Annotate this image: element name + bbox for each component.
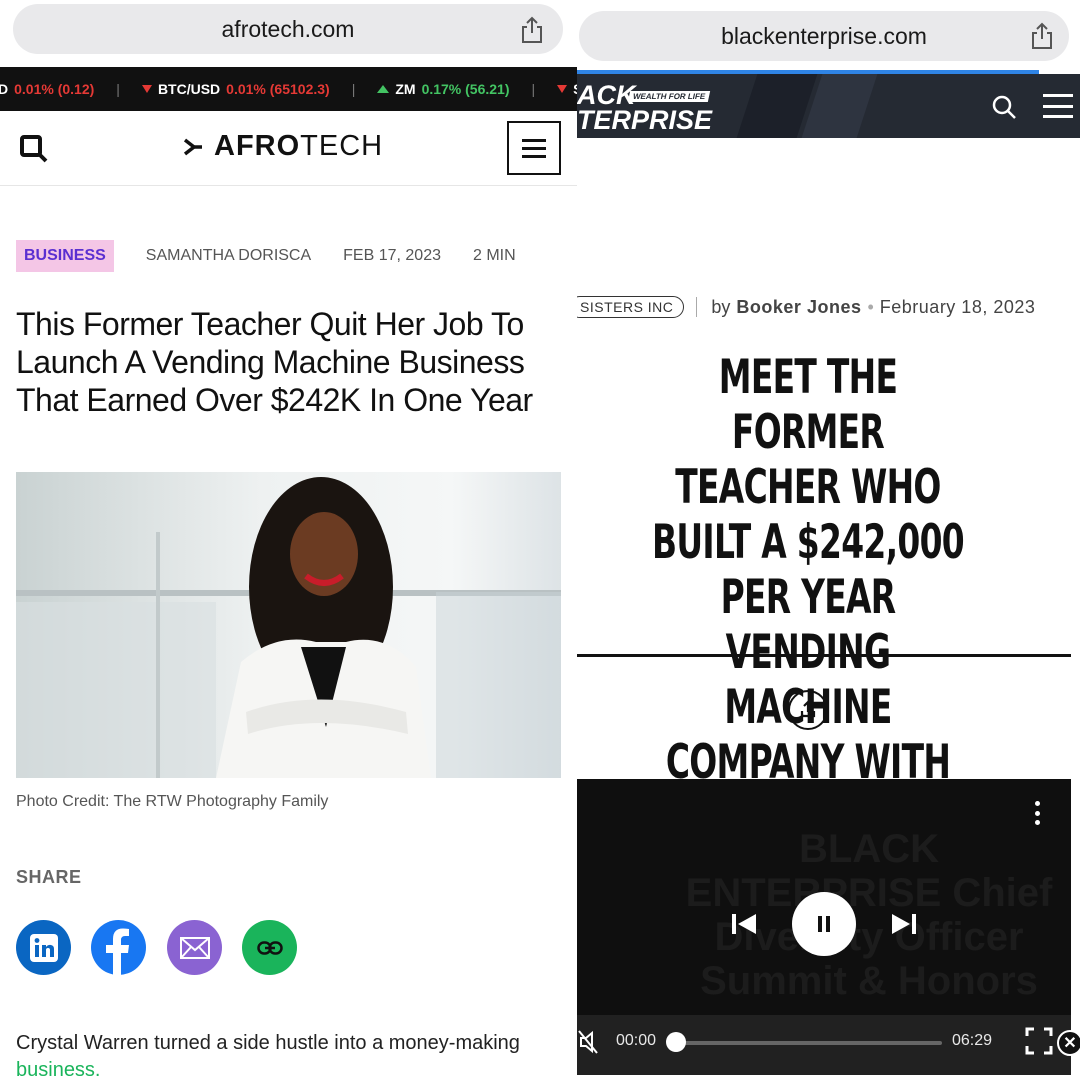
duration: 06:29 bbox=[952, 1032, 993, 1049]
progress-knob[interactable] bbox=[666, 1032, 686, 1052]
menu-button[interactable] bbox=[507, 121, 561, 175]
share-icon[interactable] bbox=[519, 16, 545, 44]
share-icon[interactable] bbox=[1029, 22, 1055, 50]
publish-date: February 18, 2023 bbox=[879, 296, 1036, 317]
category-tag[interactable]: SISTERS INC bbox=[577, 296, 685, 318]
search-icon[interactable] bbox=[18, 133, 50, 165]
close-icon[interactable]: ✕ bbox=[1057, 1030, 1080, 1056]
ticker-item: ZM 0.17% (56.21) bbox=[377, 81, 510, 97]
author-name[interactable]: Booker Jones bbox=[736, 297, 861, 318]
body-link[interactable]: business. bbox=[16, 1059, 101, 1080]
share-icon[interactable] bbox=[788, 690, 828, 730]
progress-track[interactable] bbox=[677, 1041, 942, 1045]
facebook-icon[interactable] bbox=[91, 920, 146, 975]
photo-credit: Photo Credit: The RTW Photography Family bbox=[16, 793, 329, 810]
ticker-item: BTC/USD 0.01% (65102.3) bbox=[141, 81, 330, 97]
article-meta: SISTERS INC by Booker Jones • February 1… bbox=[577, 296, 1035, 318]
afrotech-logo[interactable]: AFROTECH bbox=[182, 130, 383, 163]
url-text: afrotech.com bbox=[221, 15, 355, 42]
chevron-logo-icon bbox=[183, 138, 202, 155]
article-body: Crystal Warren turned a side hustle into… bbox=[16, 1032, 520, 1080]
linkedin-icon[interactable] bbox=[16, 920, 71, 975]
email-icon[interactable] bbox=[167, 920, 222, 975]
video-player[interactable]: BLACK ENTERPRISE Chief Diversity Officer… bbox=[577, 779, 1071, 1075]
down-arrow-icon bbox=[141, 85, 152, 93]
article-photo bbox=[16, 472, 561, 778]
menu-icon[interactable] bbox=[1043, 94, 1073, 118]
address-bar[interactable]: blackenterprise.com bbox=[579, 11, 1069, 61]
ticker-item: D 0.01% (0.12) bbox=[0, 81, 95, 97]
pause-button[interactable] bbox=[792, 892, 856, 956]
current-time: 00:00 bbox=[616, 1032, 657, 1049]
share-label: SHARE bbox=[16, 867, 82, 887]
article-title: This Former Teacher Quit Her Job To Laun… bbox=[16, 306, 533, 418]
address-bar[interactable]: afrotech.com bbox=[13, 4, 563, 54]
site-header: AFROTECH bbox=[0, 111, 577, 186]
article-title: MEET THE FORMER TEACHER WHO BUILT A $242… bbox=[652, 350, 965, 845]
author-name[interactable]: SAMANTHA DORISCA bbox=[146, 247, 311, 265]
down-arrow-icon bbox=[557, 85, 568, 93]
playback-controls bbox=[577, 892, 1071, 956]
category-badge[interactable]: BUSINESS bbox=[16, 240, 114, 272]
previous-icon[interactable] bbox=[730, 912, 758, 936]
ticker-item: SP bbox=[557, 81, 577, 97]
stock-ticker: D 0.01% (0.12) | BTC/USD 0.01% (65102.3)… bbox=[0, 67, 577, 111]
search-icon[interactable] bbox=[991, 94, 1017, 120]
fullscreen-icon[interactable] bbox=[1025, 1027, 1053, 1055]
afrotech-panel: afrotech.com D 0.01% (0.12) | BTC/USD 0.… bbox=[0, 0, 577, 1080]
divider bbox=[577, 654, 1071, 657]
article-meta: BUSINESS SAMANTHA DORISCA FEB 17, 2023 2… bbox=[16, 240, 548, 272]
publish-date: FEB 17, 2023 bbox=[343, 247, 441, 264]
up-arrow-icon bbox=[377, 85, 390, 93]
read-time: 2 MIN bbox=[473, 247, 516, 264]
blackenterprise-panel: blackenterprise.com ACK WEALTH FOR LIFE … bbox=[577, 0, 1080, 1080]
mute-icon[interactable] bbox=[577, 1029, 599, 1055]
more-options-icon[interactable] bbox=[1035, 801, 1041, 825]
next-icon[interactable] bbox=[890, 912, 918, 936]
link-icon[interactable] bbox=[242, 920, 297, 975]
site-header: ACK WEALTH FOR LIFE TERPRISE bbox=[577, 74, 1080, 138]
url-text: blackenterprise.com bbox=[721, 22, 927, 49]
